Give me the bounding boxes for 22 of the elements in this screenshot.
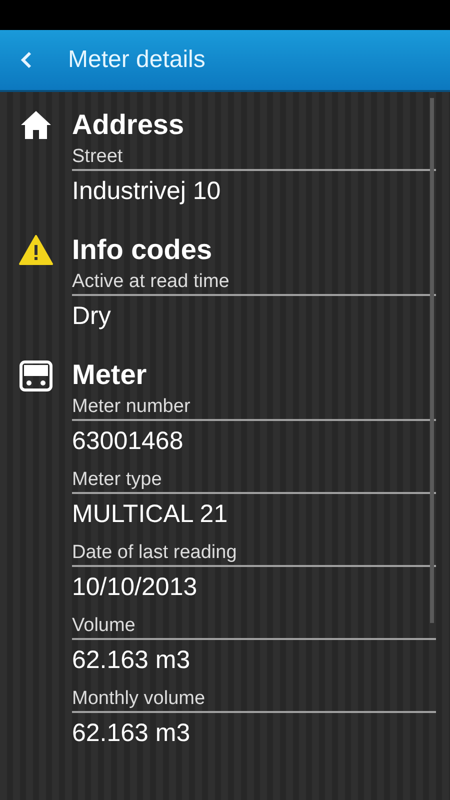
back-icon: [20, 51, 32, 69]
section-title: Meter: [72, 358, 148, 392]
field-value: Dry: [72, 301, 112, 332]
field-value: 62.163 m3: [72, 718, 192, 749]
field-value: Industrivej 10: [72, 176, 222, 207]
warning-icon: [19, 235, 53, 265]
field-label: Street: [72, 144, 436, 171]
field-value: 62.163 m3: [72, 645, 192, 676]
field-label: Monthly volume: [72, 686, 436, 713]
section-title: Address: [72, 108, 186, 142]
field-label: Date of last reading: [72, 540, 436, 567]
home-icon: [20, 110, 52, 140]
screen-title: Meter details: [68, 45, 206, 75]
field-value: MULTICAL 21: [72, 499, 229, 530]
field-label: Meter type: [72, 467, 436, 494]
field-label: Volume: [72, 613, 436, 640]
field-value: 63001468: [72, 426, 184, 457]
field-label: Meter number: [72, 394, 436, 421]
meter-icon: [19, 360, 53, 392]
section-title: Info codes: [72, 233, 214, 267]
field-value: 10/10/2013: [72, 572, 198, 603]
field-label: Active at read time: [72, 269, 436, 296]
